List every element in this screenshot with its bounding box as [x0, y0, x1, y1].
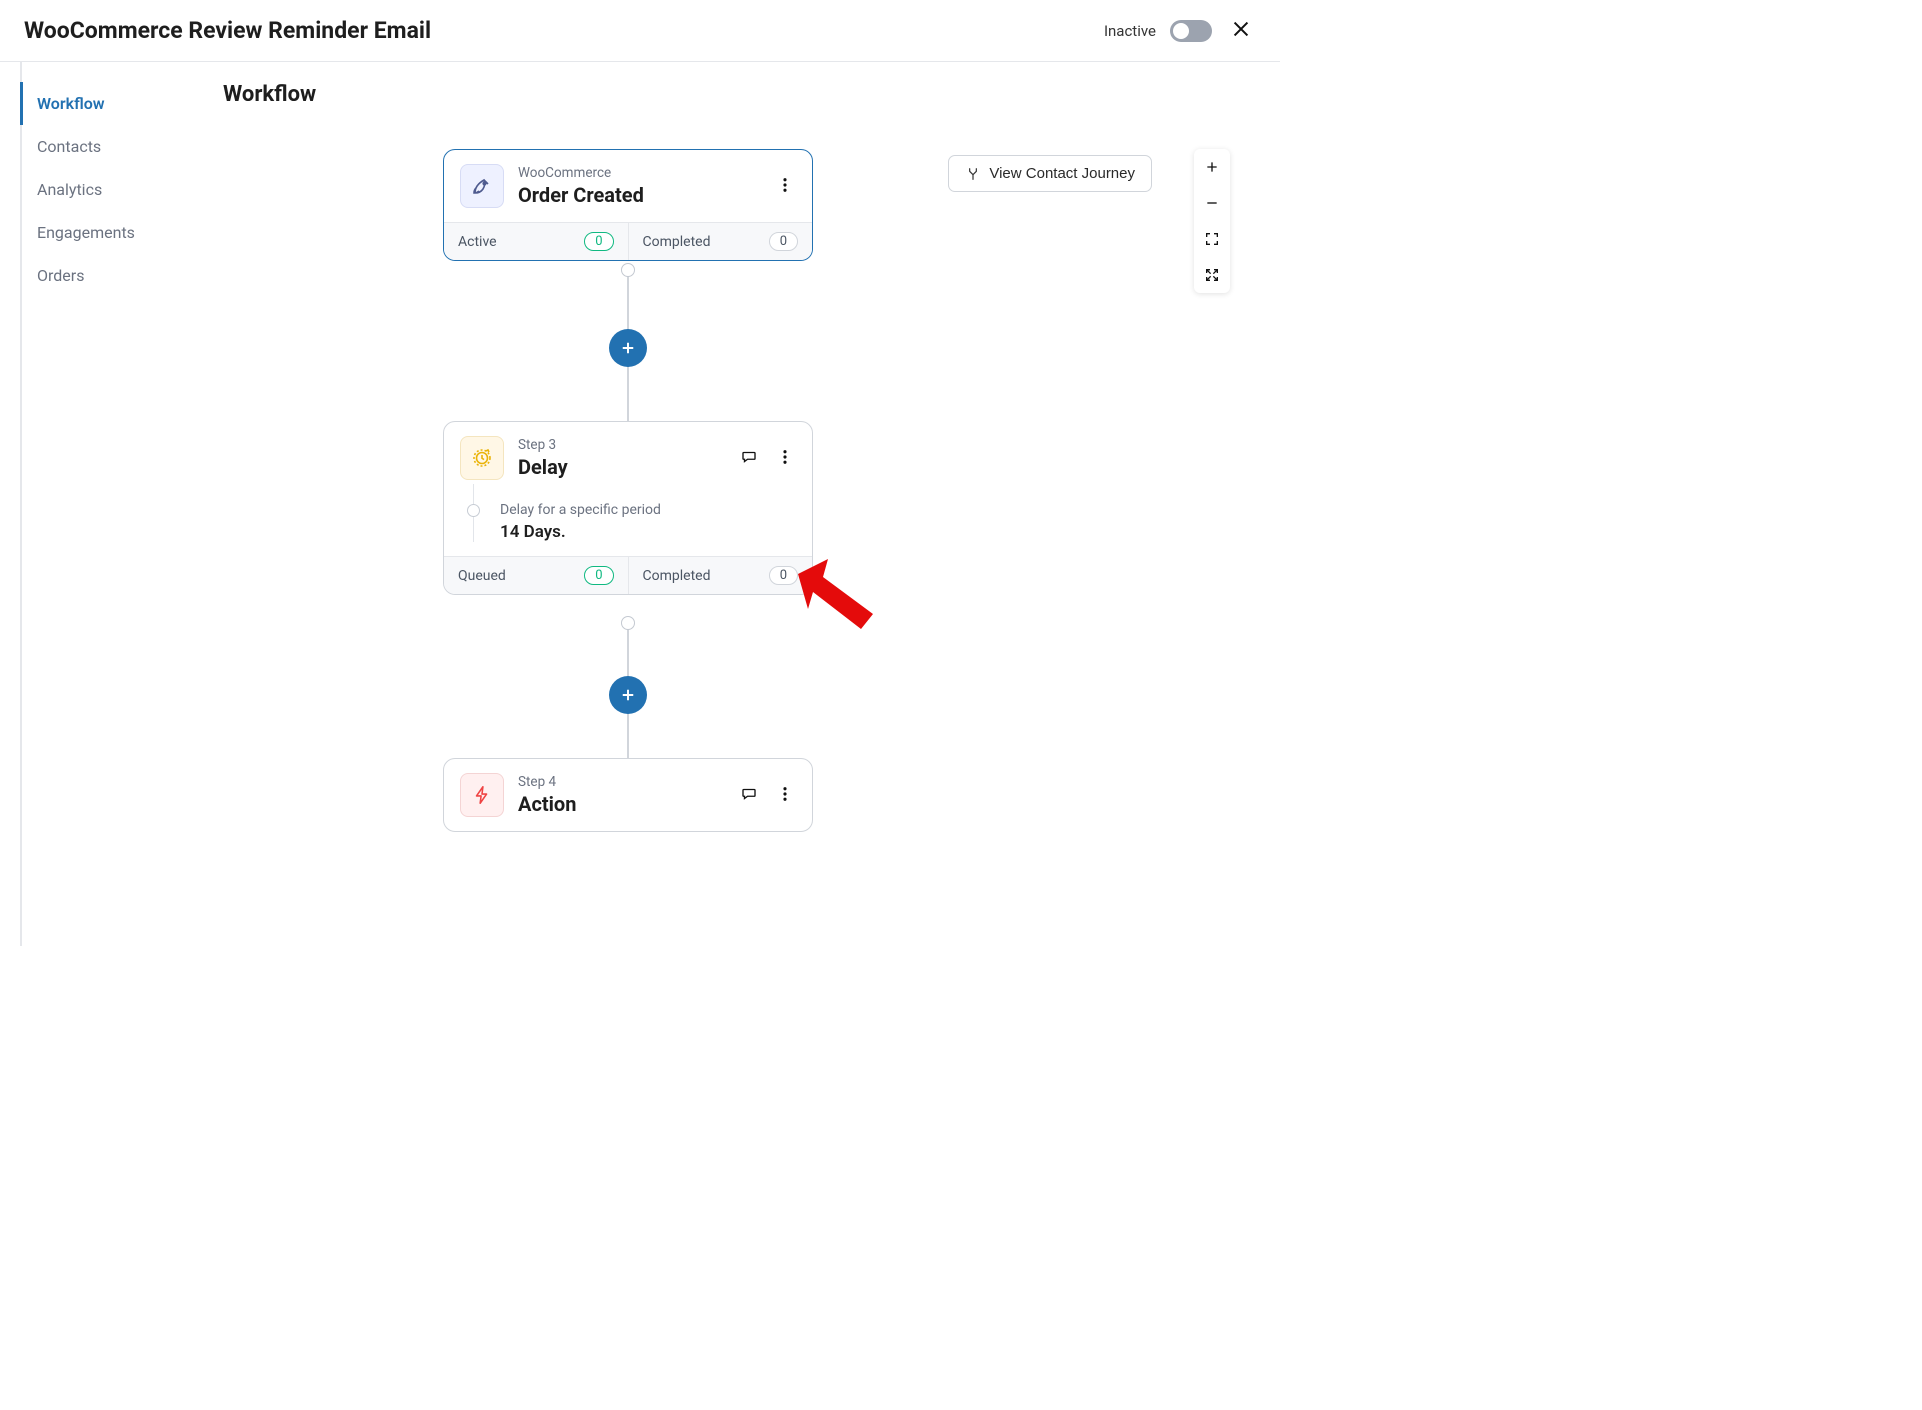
node-action[interactable]: Step 4 Action [443, 758, 813, 832]
stat-label: Queued [458, 568, 506, 584]
fit-icon [1204, 231, 1220, 247]
expand-icon [1204, 267, 1220, 283]
add-step-button[interactable] [609, 329, 647, 367]
node-menu-button[interactable] [774, 446, 796, 471]
sidebar: Workflow Contacts Analytics Engagements … [20, 62, 195, 946]
workflow-canvas[interactable]: View Contact Journey [223, 119, 1252, 939]
node-subtitle: Step 3 [518, 437, 568, 453]
close-icon [1230, 18, 1252, 40]
node-menu-button[interactable] [774, 783, 796, 808]
delay-value: 14 Days. [500, 522, 796, 542]
clock-icon [460, 436, 504, 480]
plus-icon [619, 339, 637, 357]
bolt-icon [460, 773, 504, 817]
status-label: Inactive [1104, 22, 1156, 40]
stat-value: 0 [769, 566, 798, 585]
add-step-button[interactable] [609, 676, 647, 714]
zoom-controls [1194, 149, 1230, 293]
zoom-out-button[interactable] [1194, 185, 1230, 221]
node-title: Order Created [518, 183, 644, 207]
header: WooCommerce Review Reminder Email Inacti… [0, 0, 1280, 62]
node-title: Action [518, 792, 576, 816]
node-subtitle: WooCommerce [518, 165, 644, 181]
view-contact-journey-button[interactable]: View Contact Journey [948, 155, 1152, 192]
sidebar-item-workflow[interactable]: Workflow [20, 82, 195, 125]
plus-icon [1204, 159, 1220, 175]
delay-label: Delay for a specific period [500, 502, 796, 518]
stat-value: 0 [769, 232, 798, 251]
sidebar-item-orders[interactable]: Orders [20, 254, 195, 297]
more-vertical-icon [776, 448, 794, 466]
node-comment-button[interactable] [738, 446, 760, 471]
section-title: Workflow [223, 82, 1252, 107]
zoom-in-button[interactable] [1194, 149, 1230, 185]
sidebar-item-analytics[interactable]: Analytics [20, 168, 195, 211]
node-comment-button[interactable] [738, 783, 760, 808]
connector-dot [621, 263, 635, 277]
timeline-dot [467, 504, 480, 517]
close-button[interactable] [1226, 14, 1256, 47]
comment-icon [740, 448, 758, 466]
page-title: WooCommerce Review Reminder Email [24, 17, 431, 44]
stat-label: Completed [643, 568, 711, 584]
sidebar-item-engagements[interactable]: Engagements [20, 211, 195, 254]
stat-label: Active [458, 234, 497, 250]
rocket-icon [460, 164, 504, 208]
node-menu-button[interactable] [774, 174, 796, 199]
fullscreen-button[interactable] [1194, 257, 1230, 293]
more-vertical-icon [776, 176, 794, 194]
branch-icon [965, 166, 981, 182]
node-trigger[interactable]: WooCommerce Order Created Active 0 [443, 149, 813, 261]
stat-value: 0 [584, 566, 613, 585]
stat-label: Completed [643, 234, 711, 250]
sidebar-item-contacts[interactable]: Contacts [20, 125, 195, 168]
stat-value: 0 [584, 232, 613, 251]
connector-dot [621, 616, 635, 630]
node-title: Delay [518, 455, 568, 479]
status-toggle[interactable] [1170, 20, 1212, 42]
comment-icon [740, 785, 758, 803]
minus-icon [1204, 195, 1220, 211]
plus-icon [619, 686, 637, 704]
more-vertical-icon [776, 785, 794, 803]
fit-button[interactable] [1194, 221, 1230, 257]
node-subtitle: Step 4 [518, 774, 576, 790]
node-delay[interactable]: Step 3 Delay Delay for [443, 421, 813, 595]
